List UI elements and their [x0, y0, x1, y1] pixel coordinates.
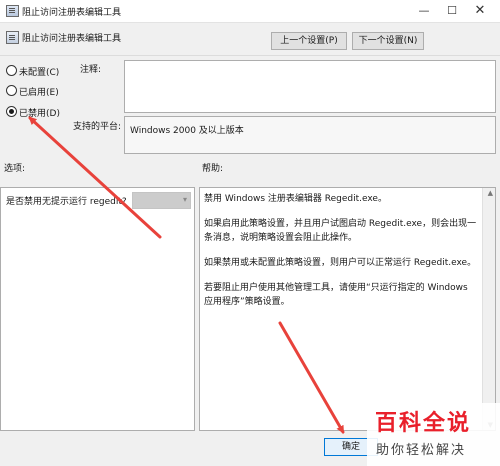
close-button[interactable]: ✕: [466, 0, 494, 22]
watermark-main: 百科全说: [375, 411, 472, 436]
next-setting-button[interactable]: 下一个设置(N): [352, 32, 424, 50]
header-divider: [0, 55, 500, 56]
not-configured-radio[interactable]: [6, 65, 17, 76]
watermark: 百科全说 助你轻松解决: [367, 403, 500, 466]
options-panel: 是否禁用无提示运行 regedit? ▾: [0, 187, 195, 431]
help-text: 禁用 Windows 注册表编辑器 Regedit.exe。 如果启用此策略设置…: [204, 192, 479, 320]
help-paragraph: 禁用 Windows 注册表编辑器 Regedit.exe。: [204, 194, 387, 204]
help-paragraph: 如果启用此策略设置，并且用户试图启动 Regedit.exe，则会出现一条消息，…: [204, 219, 477, 243]
disabled-label[interactable]: 已禁用(D): [19, 106, 60, 119]
supported-platform-value: Windows 2000 及以上版本: [130, 126, 244, 136]
not-configured-label[interactable]: 未配置(C): [19, 65, 59, 78]
maximize-button[interactable]: ☐: [438, 0, 466, 22]
title-bar: 阻止访问注册表编辑工具 — ☐ ✕: [0, 0, 500, 23]
options-label: 选项:: [4, 164, 26, 174]
disabled-radio[interactable]: [6, 106, 17, 117]
silent-regedit-dropdown[interactable]: ▾: [132, 192, 191, 209]
help-paragraph: 如果禁用或未配置此策略设置，则用户可以正常运行 Regedit.exe。: [204, 258, 477, 268]
minimize-button[interactable]: —: [410, 0, 438, 22]
setting-title: 阻止访问注册表编辑工具: [22, 34, 122, 44]
chevron-down-icon: ▾: [182, 195, 187, 204]
supported-platform-label: 支持的平台:: [73, 122, 122, 132]
help-scrollbar[interactable]: ▲ ▼: [482, 188, 495, 430]
help-paragraph: 若要阻止用户使用其他管理工具，请使用“只运行指定的 Windows 应用程序”策…: [204, 283, 468, 307]
comment-input[interactable]: [124, 60, 496, 113]
comment-label: 注释:: [80, 65, 102, 75]
enabled-radio[interactable]: [6, 85, 17, 96]
help-panel: 禁用 Windows 注册表编辑器 Regedit.exe。 如果启用此策略设置…: [199, 187, 496, 431]
previous-setting-button[interactable]: 上一个设置(P): [271, 32, 347, 50]
enabled-label[interactable]: 已启用(E): [19, 85, 59, 98]
scroll-up-arrow-icon[interactable]: ▲: [488, 189, 493, 197]
help-label: 帮助:: [202, 164, 224, 174]
policy-setting-icon: [6, 31, 19, 44]
silent-regedit-option-label: 是否禁用无提示运行 regedit?: [6, 197, 127, 207]
supported-platform-field: Windows 2000 及以上版本: [124, 116, 496, 154]
watermark-sub: 助你轻松解决: [376, 443, 467, 458]
policy-window-icon: [6, 5, 19, 17]
window-title: 阻止访问注册表编辑工具: [22, 8, 122, 18]
